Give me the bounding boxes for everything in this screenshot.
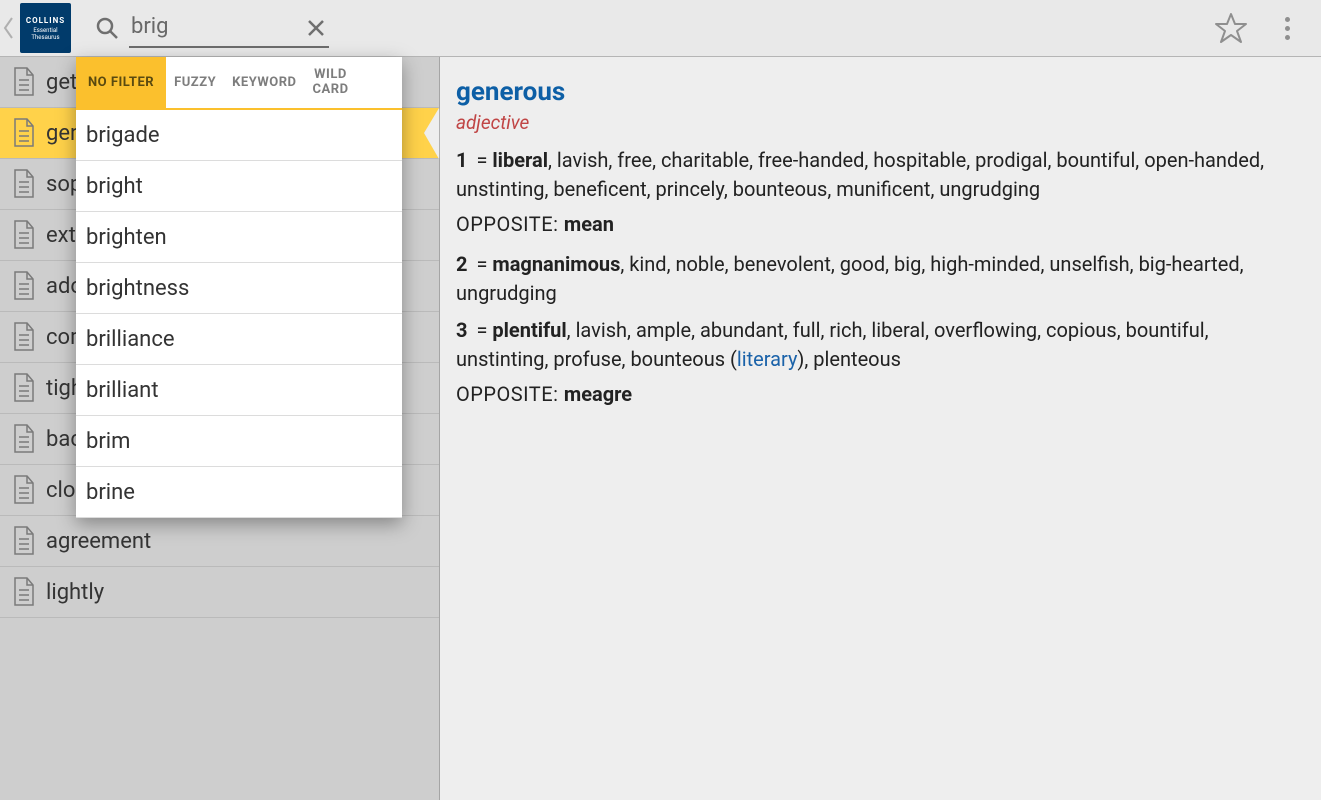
suggestion-item[interactable]: brighten [76, 212, 402, 263]
topbar: COLLINS Essential Thesaurus [0, 0, 1321, 57]
sense-2: 2 = magnanimous, kind, noble, benevolent… [456, 250, 1305, 308]
sense-synonyms-part2: ), plenteous [797, 347, 901, 371]
filter-tab-fuzzy[interactable]: FUZZY [166, 57, 224, 108]
history-label: get [46, 70, 77, 95]
document-icon [12, 577, 36, 607]
document-icon [12, 373, 36, 403]
opposite-word: meagre [564, 382, 632, 406]
sense-equals: = [471, 148, 492, 172]
opposite-word: mean [564, 212, 614, 236]
suggestions-list: brigade bright brighten brightness brill… [76, 110, 402, 518]
literary-link[interactable]: literary [737, 347, 798, 371]
document-icon [12, 220, 36, 250]
document-icon [12, 526, 36, 556]
sense-head-synonym: magnanimous [492, 252, 620, 276]
sense-head-synonym: plentiful [492, 318, 566, 342]
suggestion-item[interactable]: brilliance [76, 314, 402, 365]
search-input-wrap [129, 8, 329, 48]
entry-headword[interactable]: generous [456, 77, 1305, 107]
suggestion-item[interactable]: brine [76, 467, 402, 518]
document-icon [12, 424, 36, 454]
opposite-label: OPPOSITE: [456, 212, 564, 236]
opposite-1: OPPOSITE: mean [456, 212, 1305, 236]
clear-search-button[interactable] [302, 14, 330, 42]
sense-number: 3 [456, 318, 467, 342]
entry-pos: adjective [456, 111, 1305, 134]
sense-equals: = [471, 252, 492, 276]
search-input[interactable] [129, 8, 329, 48]
logo-line2: Essential [33, 27, 57, 34]
sense-head-synonym: liberal [492, 148, 548, 172]
document-icon [12, 475, 36, 505]
left-column: get generous sophisticated extreme adorn… [0, 57, 440, 800]
sense-1: 1 = liberal, lavish, free, charitable, f… [456, 146, 1305, 204]
search-icon[interactable] [93, 14, 121, 42]
filter-tab-wildcard[interactable]: WILD CARD [305, 57, 357, 108]
suggestion-item[interactable]: brilliant [76, 365, 402, 416]
suggestions-panel: NO FILTER FUZZY KEYWORD WILD CARD brigad… [76, 57, 402, 518]
opposite-3: OPPOSITE: meagre [456, 382, 1305, 406]
back-button[interactable] [0, 0, 18, 57]
filter-tabs: NO FILTER FUZZY KEYWORD WILD CARD [76, 57, 402, 110]
document-icon [12, 271, 36, 301]
opposite-label: OPPOSITE: [456, 382, 564, 406]
suggestion-item[interactable]: bright [76, 161, 402, 212]
app-logo[interactable]: COLLINS Essential Thesaurus [20, 3, 71, 53]
filter-tab-keyword[interactable]: KEYWORD [224, 57, 304, 108]
sense-equals: = [471, 318, 492, 342]
suggestion-item[interactable]: brim [76, 416, 402, 467]
detail-pane: generous adjective 1 = liberal, lavish, … [440, 57, 1321, 800]
body-area: get generous sophisticated extreme adorn… [0, 57, 1321, 800]
document-icon [12, 322, 36, 352]
more-menu-button[interactable] [1275, 10, 1299, 46]
document-icon [12, 118, 36, 148]
history-label: agreement [46, 529, 151, 554]
sense-3: 3 = plentiful, lavish, ample, abundant, … [456, 316, 1305, 374]
history-item[interactable]: lightly [0, 567, 439, 618]
favorite-button[interactable] [1213, 10, 1249, 46]
sense-number: 1 [456, 148, 467, 172]
document-icon [12, 169, 36, 199]
sense-number: 2 [456, 252, 467, 276]
document-icon [12, 67, 36, 97]
logo-line3: Thesaurus [31, 34, 59, 41]
filter-wild-line1: WILD [314, 68, 347, 82]
filter-tab-nofilter[interactable]: NO FILTER [76, 57, 166, 108]
suggestion-item[interactable]: brightness [76, 263, 402, 314]
sense-synonyms: , lavish, free, charitable, free-handed,… [456, 148, 1264, 201]
history-label: lightly [46, 580, 104, 605]
history-item[interactable]: agreement [0, 516, 439, 567]
suggestion-item[interactable]: brigade [76, 110, 402, 161]
filter-wild-line2: CARD [313, 83, 349, 97]
logo-line1: COLLINS [26, 16, 65, 25]
